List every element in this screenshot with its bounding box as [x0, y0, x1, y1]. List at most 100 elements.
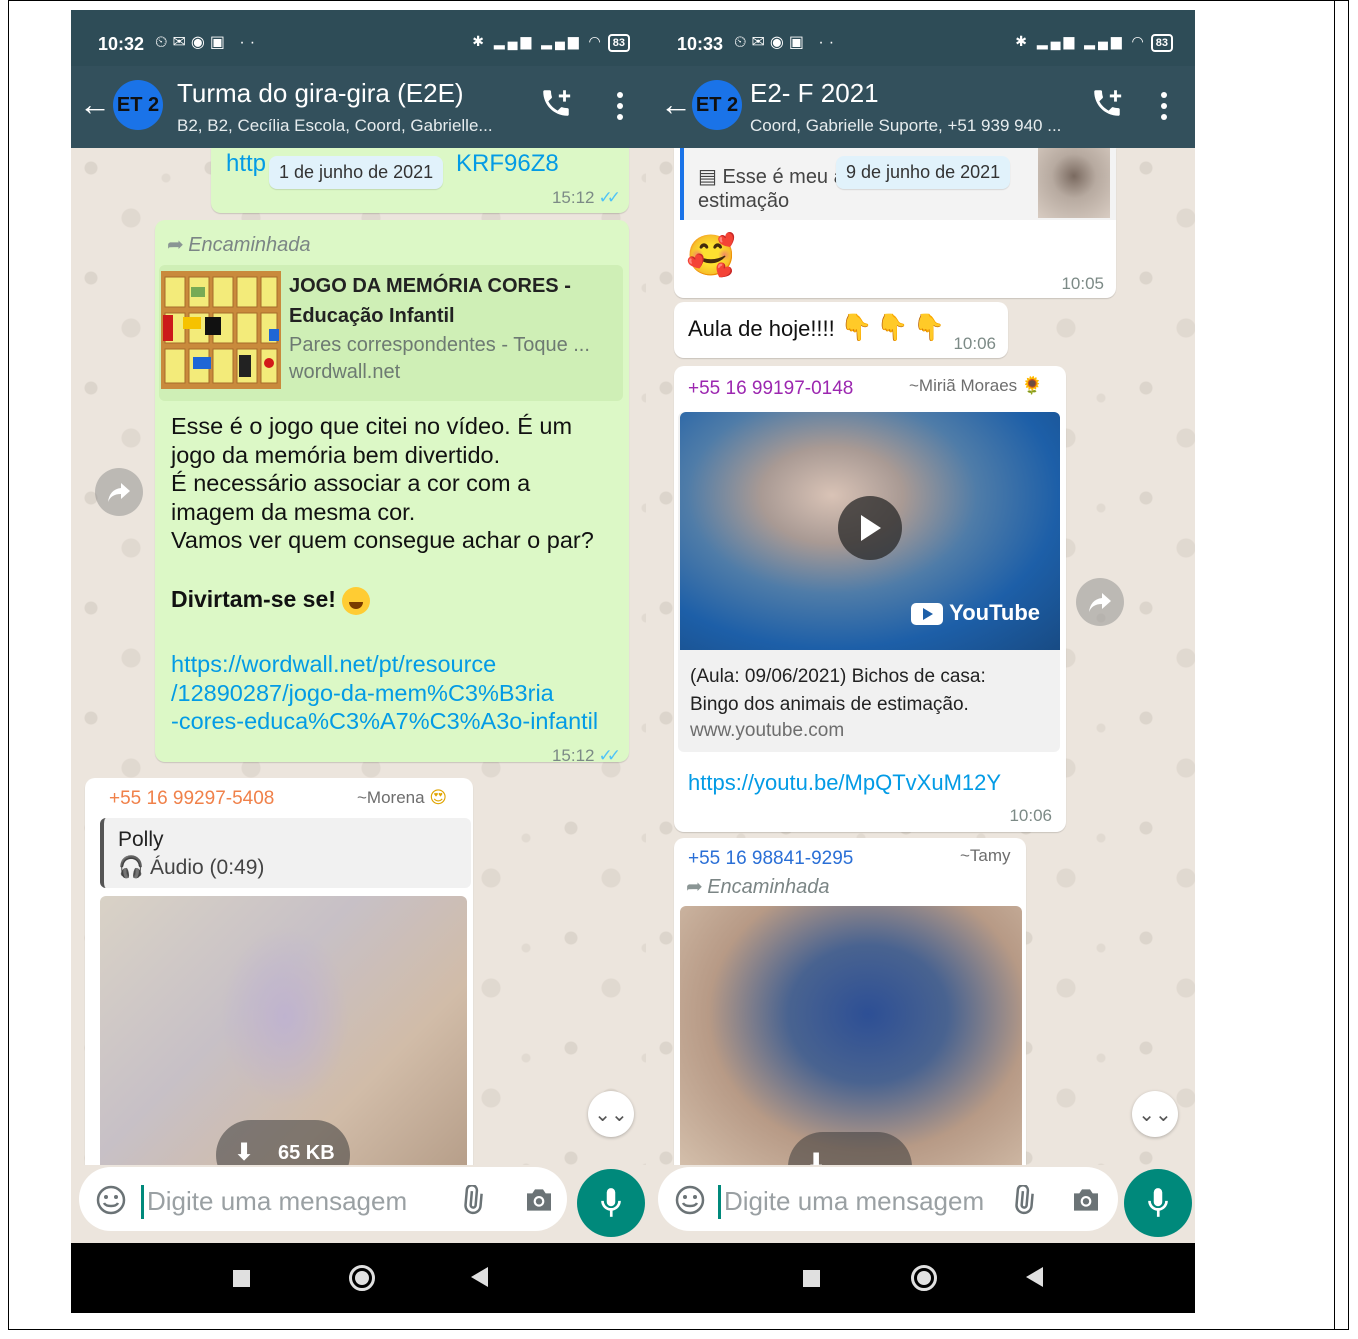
back-triangle-icon[interactable]: [471, 1267, 488, 1287]
status-bar: 10:32 ⏲✉◉▣ ·· ✱ ▂▄▆ ▂▄▆ ◠ 83: [71, 10, 646, 66]
youtube-preview-card[interactable]: YouTube (Aula: 09/06/2021) Bichos de cas…: [678, 412, 1060, 752]
attach-icon[interactable]: [1008, 1185, 1038, 1215]
group-members[interactable]: B2, B2, Cecília Escola, Coord, Gabrielle…: [177, 116, 493, 136]
sender-alias: ~Tamy: [960, 846, 1011, 865]
message-link[interactable]: https://wordwall.net/pt/resource /128902…: [171, 650, 598, 736]
camera-icon[interactable]: [1070, 1185, 1102, 1215]
add-call-icon[interactable]: [1090, 86, 1124, 120]
double-chevron-down-icon: ⌄⌄: [594, 1103, 628, 1126]
camera-icon[interactable]: [523, 1185, 555, 1215]
message-link-end[interactable]: KRF96Z8: [456, 150, 559, 178]
left-chat-screen: 10:32 ⏲✉◉▣ ·· ✱ ▂▄▆ ▂▄▆ ◠ 83 ← ET 2 Turma…: [71, 10, 646, 1313]
audio-duration: Áudio (0:49): [150, 856, 265, 879]
scroll-down-button[interactable]: ⌄⌄: [1132, 1091, 1178, 1137]
home-circle-icon[interactable]: [349, 1265, 375, 1291]
more-options-icon[interactable]: [617, 92, 623, 125]
message-line: imagem da mesma cor.: [171, 498, 416, 525]
group-title[interactable]: Turma do gira-gira (E2E): [177, 78, 464, 109]
sender-phone[interactable]: +55 16 99197-0148: [688, 378, 853, 400]
emoji-icon[interactable]: [674, 1184, 706, 1216]
quoted-name: Polly: [118, 828, 164, 851]
message-body: Esse é o jogo que citei no vídeo. É um j…: [171, 412, 594, 555]
message-line: Esse é o jogo que citei no vídeo. É um: [171, 413, 573, 439]
home-circle-icon[interactable]: [911, 1265, 937, 1291]
group-avatar[interactable]: ET 2: [113, 80, 163, 130]
mic-button[interactable]: [577, 1169, 645, 1237]
group-avatar[interactable]: ET 2: [692, 80, 742, 130]
play-button[interactable]: [838, 496, 902, 560]
message-time: 15:12 ✓✓: [552, 188, 621, 208]
video-thumbnail[interactable]: YouTube: [680, 412, 1060, 650]
forwarded-message[interactable]: ➦ Encaminhada JOGO DA MEMÓRIA CORES - Ed…: [155, 220, 629, 765]
message-link-start[interactable]: http: [226, 150, 266, 178]
forwarded-row: ➦ Encaminhada: [686, 874, 830, 899]
bold-text: Divirtam-se se!: [171, 586, 336, 612]
read-receipt-icon: ✓✓: [598, 188, 621, 207]
mic-button[interactable]: [1124, 1169, 1192, 1237]
download-icon: ⬇: [234, 1139, 255, 1166]
signal-icons: ✱ ▂▄▆ ▂▄▆ ◠ 83: [1015, 33, 1173, 52]
message-input-bar: Digite uma mensagem: [71, 1165, 646, 1245]
link-line[interactable]: -cores-educa%C3%A7%C3%A3o-infantil: [171, 707, 598, 736]
text-caret: [141, 1185, 144, 1219]
incoming-message-youtube[interactable]: +55 16 99197-0148 ~Miriã Moraes 🌻 YouTub…: [674, 366, 1066, 832]
message-input[interactable]: Digite uma mensagem: [79, 1167, 567, 1231]
sender-alias: ~Miriã Moraes 🌻: [909, 376, 1043, 396]
share-arrow-icon: [1089, 593, 1111, 612]
forward-share-button[interactable]: [95, 468, 143, 516]
group-title[interactable]: E2- F 2021: [750, 78, 879, 109]
emoji-icon[interactable]: [95, 1184, 127, 1216]
status-time: 10:33: [677, 34, 724, 54]
back-arrow-icon[interactable]: ←: [79, 88, 111, 120]
message-bold-line: Divirtam-se se!: [171, 586, 371, 615]
scroll-down-button[interactable]: ⌄⌄: [588, 1091, 634, 1137]
quoted-line: Esse é meu ar: [722, 166, 852, 188]
android-nav-bar: [646, 1243, 1195, 1313]
preview-title-line2: Bingo dos animais de estimação.: [690, 694, 969, 715]
incoming-message-image[interactable]: +55 16 99297-5408 ~Morena 😍 Polly 🎧 Áudi…: [85, 778, 473, 1178]
pointing-down-emoji-icon: 👇👇👇: [840, 312, 950, 342]
sender-alias: ~Morena 😍: [357, 788, 447, 808]
smiling-hearts-emoji-icon: 🥰: [686, 234, 736, 278]
group-members[interactable]: Coord, Gabrielle Suporte, +51 939 940 ..…: [750, 116, 1061, 136]
sender-phone[interactable]: +55 16 98841-9295: [688, 848, 853, 870]
back-triangle-icon[interactable]: [1026, 1267, 1043, 1287]
android-nav-bar: [71, 1243, 646, 1313]
battery-icon: 83: [607, 34, 630, 52]
youtube-label: YouTube: [949, 600, 1040, 625]
link-line[interactable]: /12890287/jogo-da-mem%C3%B3ria: [171, 679, 598, 708]
notification-icons: ⏲✉◉▣ ··: [734, 34, 840, 51]
sunflower-emoji-icon: 🌻: [1021, 376, 1044, 395]
status-time: 10:32: [98, 34, 145, 54]
message-input[interactable]: Digite uma mensagem: [658, 1167, 1118, 1231]
download-size: 65 KB: [278, 1142, 335, 1164]
chat-header: ← ET 2 E2- F 2021 Coord, Gabrielle Supor…: [646, 66, 1195, 148]
share-arrow-icon: [108, 483, 130, 502]
message-time: 10:06: [953, 334, 996, 353]
date-chip: 1 de junho de 2021: [269, 156, 444, 189]
forward-share-button[interactable]: [1076, 578, 1124, 626]
incoming-forwarded-image[interactable]: +55 16 98841-9295 ~Tamy ➦ Encaminhada ⬇: [674, 838, 1026, 1178]
more-options-icon[interactable]: [1161, 92, 1167, 125]
blurred-image[interactable]: ⬇ 65 KB: [100, 896, 467, 1176]
mic-icon: [601, 1188, 621, 1217]
chat-header: ← ET 2 Turma do gira-gira (E2E) B2, B2, …: [71, 66, 646, 148]
link-line[interactable]: https://wordwall.net/pt/resource: [171, 650, 598, 679]
grinning-emoji-icon: [342, 586, 371, 615]
sender-phone[interactable]: +55 16 99297-5408: [109, 788, 274, 810]
blurred-image[interactable]: ⬇: [680, 906, 1022, 1176]
youtube-link[interactable]: https://youtu.be/MpQTvXuM12Y: [688, 770, 1001, 796]
add-call-icon[interactable]: [539, 86, 573, 120]
link-preview-card[interactable]: JOGO DA MEMÓRIA CORES - Educação Infanti…: [159, 265, 623, 401]
mic-icon: [1148, 1188, 1168, 1217]
quoted-audio[interactable]: Polly 🎧 Áudio (0:49): [100, 818, 471, 888]
attach-icon[interactable]: [457, 1185, 487, 1215]
text-caret: [718, 1185, 721, 1219]
preview-title: (Aula: 09/06/2021) Bichos de casa:: [690, 666, 986, 687]
recents-square-icon[interactable]: [233, 1270, 250, 1287]
back-arrow-icon[interactable]: ←: [660, 88, 692, 120]
incoming-message-text[interactable]: Aula de hoje!!!! 👇👇👇 10:06: [674, 302, 1008, 358]
right-chat-screen: 10:33 ⏲✉◉▣ ·· ✱ ▂▄▆ ▂▄▆ ◠ 83 ← ET 2 E2- F…: [646, 10, 1195, 1313]
recents-square-icon[interactable]: [803, 1270, 820, 1287]
quoted-line: estimação: [698, 190, 790, 212]
